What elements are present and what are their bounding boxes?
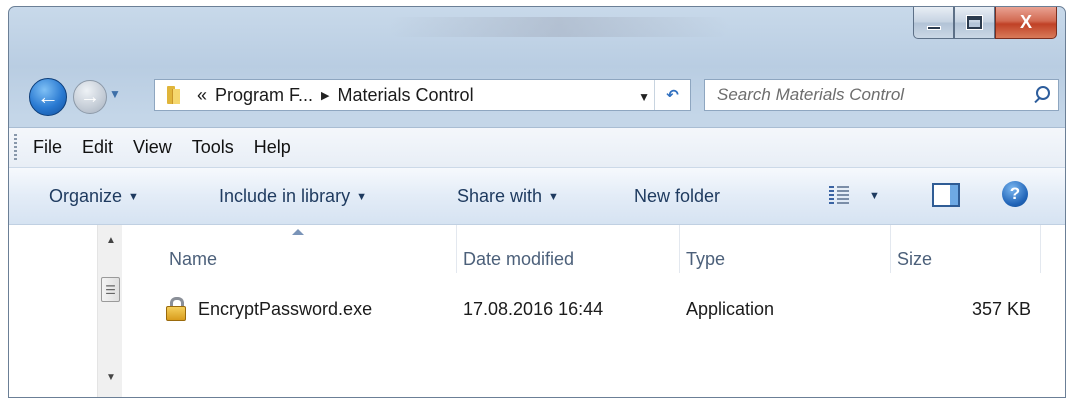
close-icon: X — [1019, 12, 1032, 32]
breadcrumb-item-program-files[interactable]: Program F... — [215, 85, 313, 106]
close-button[interactable]: X — [995, 7, 1057, 39]
explorer-window: X ← → ▼ « Program F... ▶ Materials Contr… — [8, 6, 1066, 398]
menu-file[interactable]: File — [25, 137, 72, 158]
title-bar[interactable]: X — [9, 7, 1065, 65]
file-row[interactable]: EncryptPassword.exe 17.08.2016 16:44 App… — [122, 289, 1065, 329]
title-text-blurred — [389, 17, 729, 37]
minimize-button[interactable] — [913, 7, 954, 39]
views-dropdown-icon[interactable]: ▼ — [869, 190, 880, 202]
new-folder-button[interactable]: New folder — [634, 186, 720, 207]
help-icon[interactable]: ? — [1002, 181, 1028, 207]
scroll-thumb[interactable]: ☰ — [101, 277, 120, 302]
search-box[interactable]: Search Materials Control — [704, 79, 1059, 111]
scroll-down-icon[interactable]: ▼ — [106, 372, 116, 383]
maximize-button[interactable] — [954, 7, 995, 39]
include-in-library-dropdown-icon: ▼ — [356, 191, 367, 203]
navigation-row: ← → ▼ « Program F... ▶ Materials Control… — [9, 73, 1065, 119]
file-list-area: ▲ ☰ ▼ Name Date modified Type Size Encry… — [9, 225, 1065, 397]
share-with-label: Share with — [457, 186, 543, 206]
share-with-dropdown-icon: ▼ — [548, 191, 559, 203]
caption-buttons: X — [913, 7, 1057, 39]
column-header-name[interactable]: Name — [169, 225, 457, 273]
refresh-button[interactable]: ↶ — [654, 80, 690, 110]
change-view-icon[interactable] — [829, 186, 849, 204]
breadcrumb-chevron-icon[interactable]: ▶ — [321, 89, 329, 102]
column-header-row: Name Date modified Type Size — [122, 225, 1065, 273]
search-input[interactable]: Search Materials Control — [717, 85, 1028, 105]
maximize-icon — [966, 15, 983, 30]
file-name: EncryptPassword.exe — [198, 299, 373, 319]
include-in-library-button[interactable]: Include in library ▼ — [219, 186, 367, 207]
breadcrumb-overflow[interactable]: « — [197, 85, 207, 106]
menu-view[interactable]: View — [123, 137, 182, 158]
search-icon[interactable] — [1028, 80, 1058, 110]
navigation-pane-scrollbar[interactable]: ▲ ☰ ▼ — [97, 225, 122, 397]
menu-tools[interactable]: Tools — [182, 137, 244, 158]
menu-edit[interactable]: Edit — [72, 137, 123, 158]
command-bar: Organize ▼ Include in library ▼ Share with… — [9, 167, 1065, 225]
include-in-library-label: Include in library — [219, 186, 351, 206]
preview-pane-icon[interactable] — [932, 183, 960, 207]
file-type: Application — [686, 299, 775, 319]
lock-icon — [165, 297, 187, 321]
file-size: 357 KB — [971, 299, 1031, 319]
minimize-icon — [926, 25, 941, 30]
address-bar[interactable]: « Program F... ▶ Materials Control ▼ ↶ — [154, 79, 691, 111]
scroll-up-icon[interactable]: ▲ — [106, 235, 116, 246]
back-arrow-icon: ← — [37, 84, 59, 109]
recent-pages-dropdown[interactable]: ▼ — [109, 87, 121, 101]
organize-button[interactable]: Organize ▼ — [49, 186, 139, 207]
column-header-date-modified[interactable]: Date modified — [457, 225, 680, 273]
back-button[interactable]: ← — [29, 78, 67, 116]
share-with-button[interactable]: Share with ▼ — [457, 186, 559, 207]
file-date-modified: 17.08.2016 16:44 — [463, 299, 604, 319]
column-header-size[interactable]: Size — [891, 225, 1041, 273]
forward-button[interactable]: → — [73, 80, 107, 114]
forward-arrow-icon: → — [80, 85, 100, 108]
folder-icon — [165, 84, 185, 106]
help-glyph: ? — [1009, 184, 1021, 203]
breadcrumb-item-materials-control[interactable]: Materials Control — [338, 85, 474, 106]
menu-bar: File Edit View Tools Help — [9, 127, 1065, 167]
organize-label: Organize — [49, 186, 123, 206]
address-dropdown-icon[interactable]: ▼ — [638, 90, 650, 104]
menu-help[interactable]: Help — [244, 137, 301, 158]
column-header-type[interactable]: Type — [680, 225, 891, 273]
organize-dropdown-icon: ▼ — [128, 191, 139, 203]
refresh-icon: ↶ — [666, 87, 679, 104]
